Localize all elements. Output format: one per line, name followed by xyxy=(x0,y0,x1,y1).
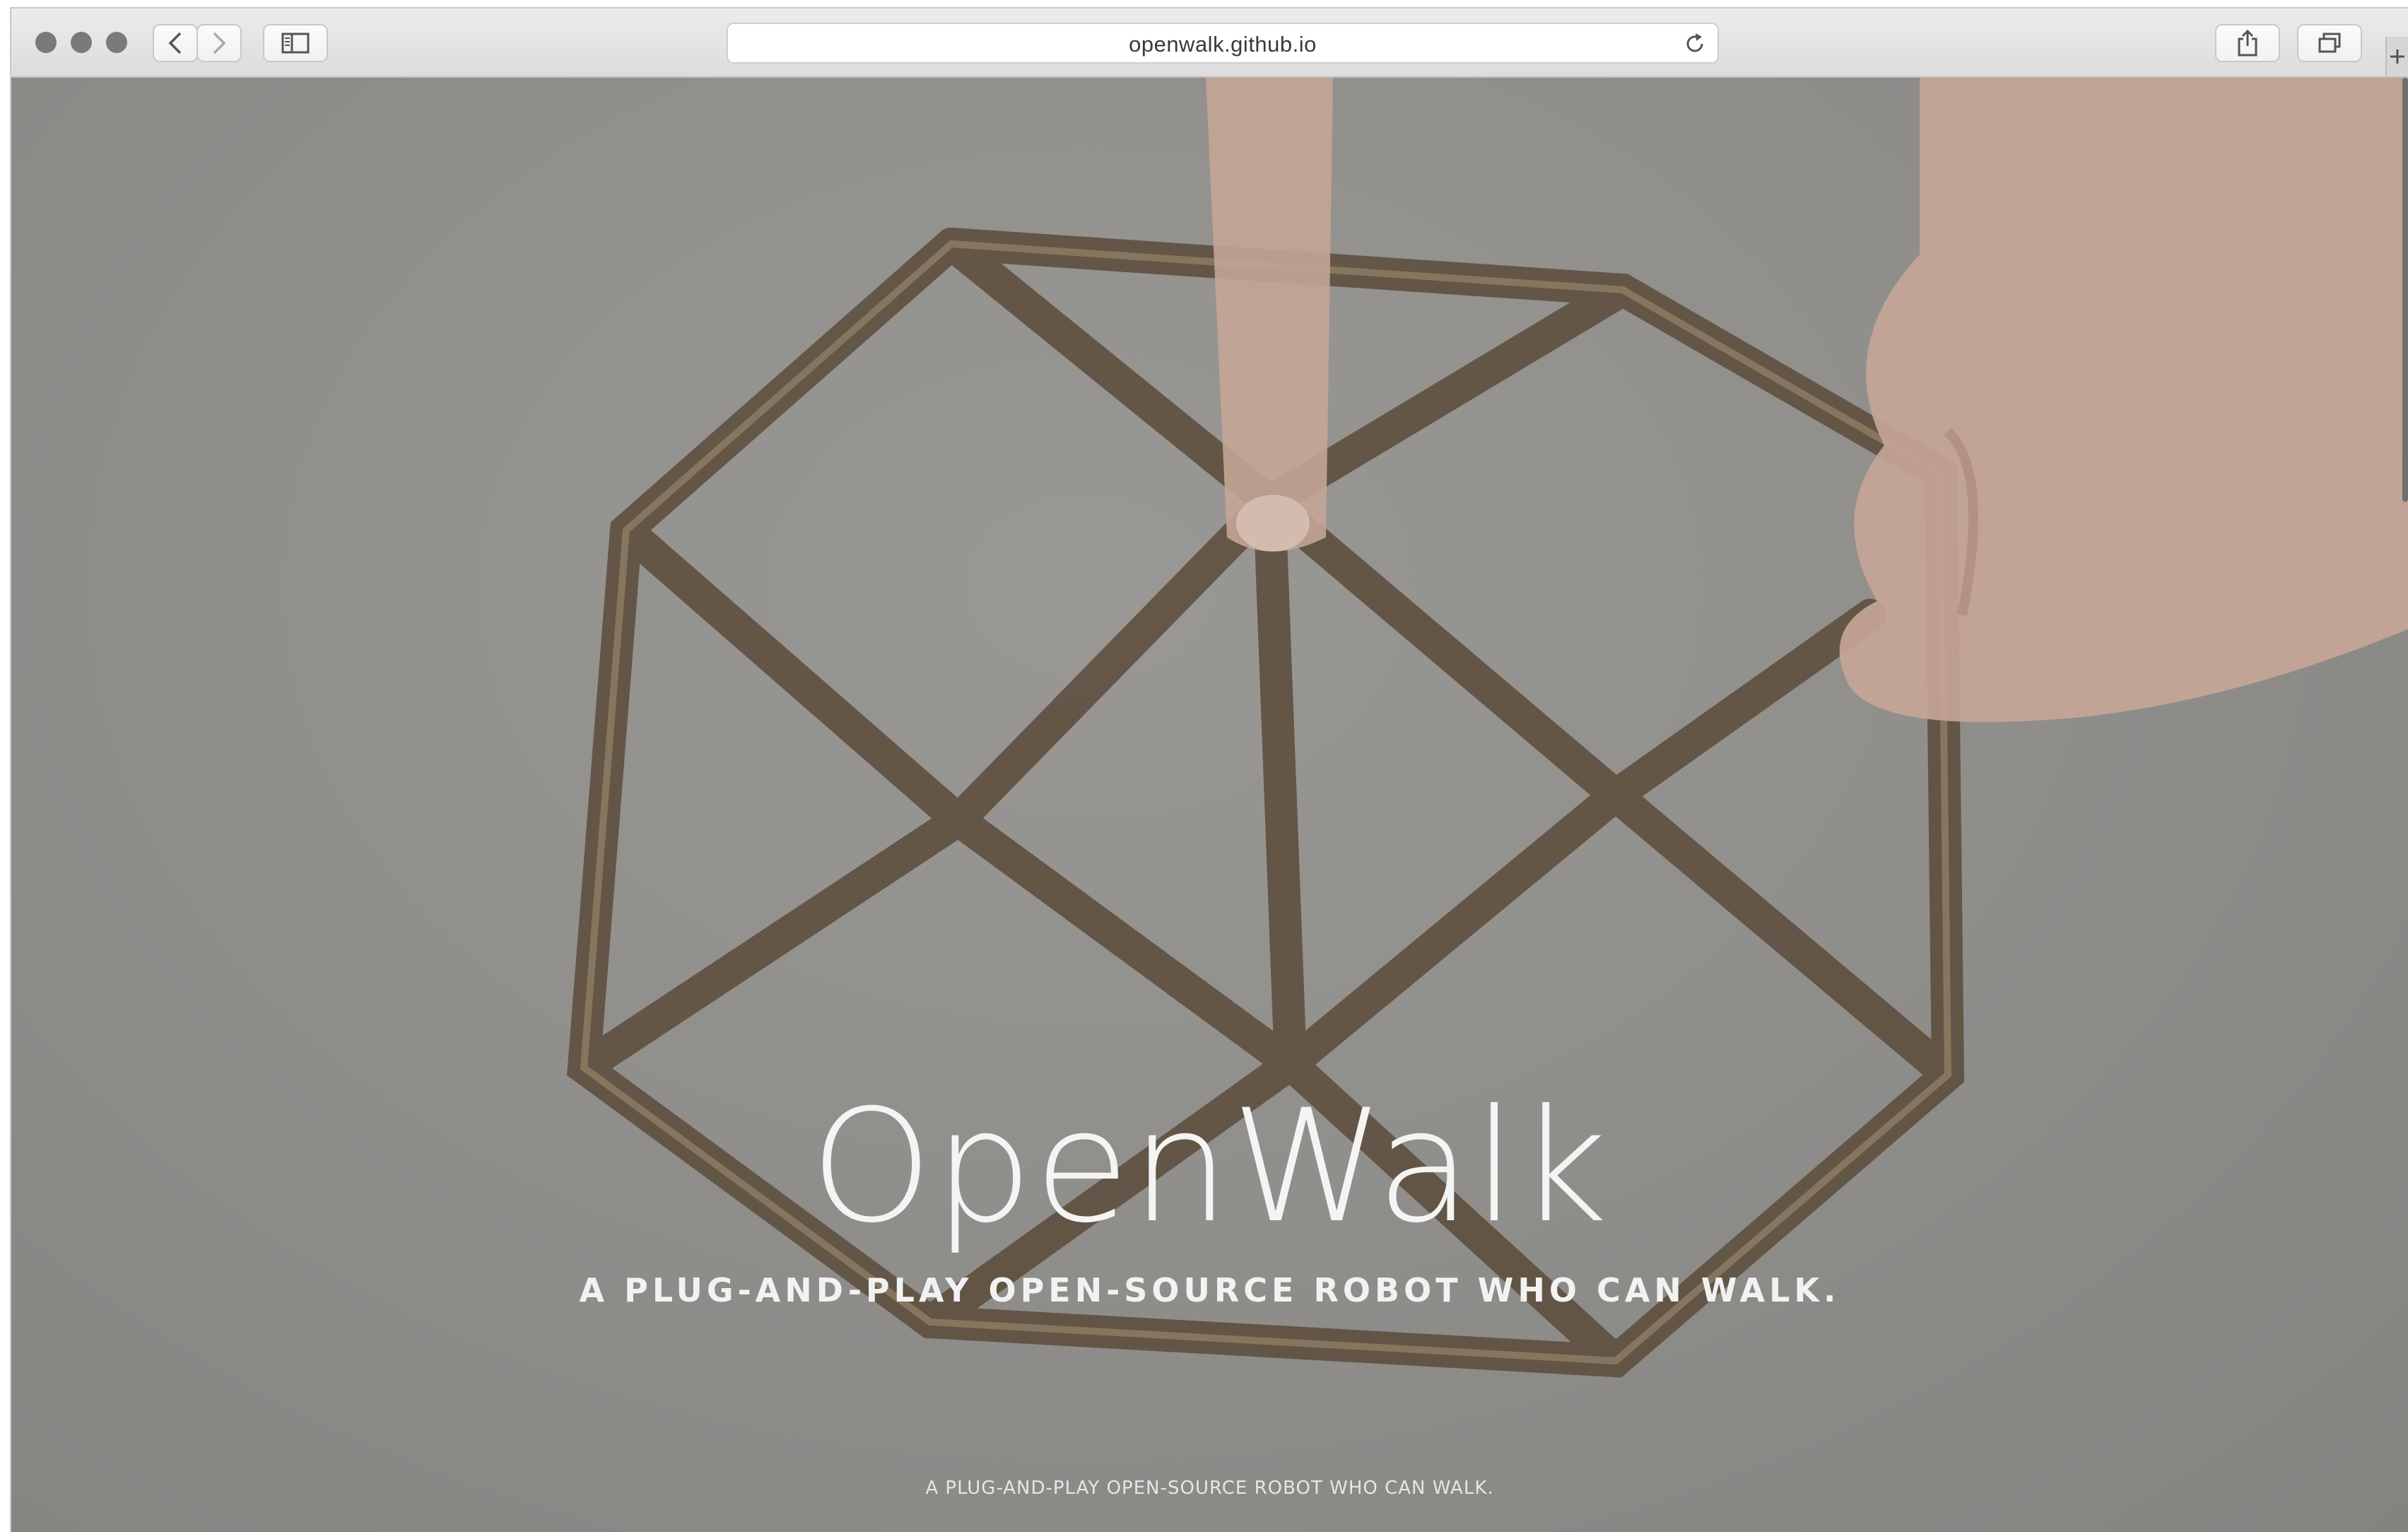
page-scrollbar[interactable] xyxy=(2402,78,2408,502)
chevron-right-icon xyxy=(213,32,226,54)
new-tab-button[interactable] xyxy=(2385,37,2408,76)
chevron-left-icon xyxy=(168,32,182,54)
address-bar[interactable]: openwalk.github.io xyxy=(727,23,1719,64)
hero-footer-text: A PLUG-AND-PLAY OPEN-SOURCE ROBOT WHO CA… xyxy=(925,1478,1494,1499)
hero-subtitle: A PLUG-AND-PLAY OPEN-SOURCE ROBOT WHO CA… xyxy=(579,1271,1840,1309)
tabs-icon xyxy=(2318,33,2341,53)
hand xyxy=(1839,78,2408,723)
share-icon xyxy=(2238,29,2257,57)
address-bar-url: openwalk.github.io xyxy=(1129,32,1317,57)
close-window-button[interactable] xyxy=(35,32,57,53)
reload-icon xyxy=(1686,33,1703,52)
finger xyxy=(1206,78,1333,551)
share-button[interactable] xyxy=(2215,24,2280,62)
zoom-window-button[interactable] xyxy=(106,32,127,53)
browser-window: openwalk.github.io OpenWalk A PLUG-AND-P… xyxy=(11,8,2408,1532)
browser-toolbar: openwalk.github.io xyxy=(11,8,2408,78)
reload-button[interactable] xyxy=(1682,31,1708,60)
plus-icon xyxy=(2390,49,2404,64)
show-tabs-button[interactable] xyxy=(2297,24,2362,62)
sidebar-button[interactable] xyxy=(263,24,328,62)
hero-section: OpenWalk A PLUG-AND-PLAY OPEN-SOURCE ROB… xyxy=(11,78,2408,1532)
sidebar-icon xyxy=(281,33,310,54)
back-button[interactable] xyxy=(153,24,198,62)
hero-background-photo xyxy=(567,78,2408,1378)
hero-title: OpenWalk xyxy=(810,1076,1609,1257)
forward-button[interactable] xyxy=(196,24,242,62)
minimize-window-button[interactable] xyxy=(71,32,92,53)
